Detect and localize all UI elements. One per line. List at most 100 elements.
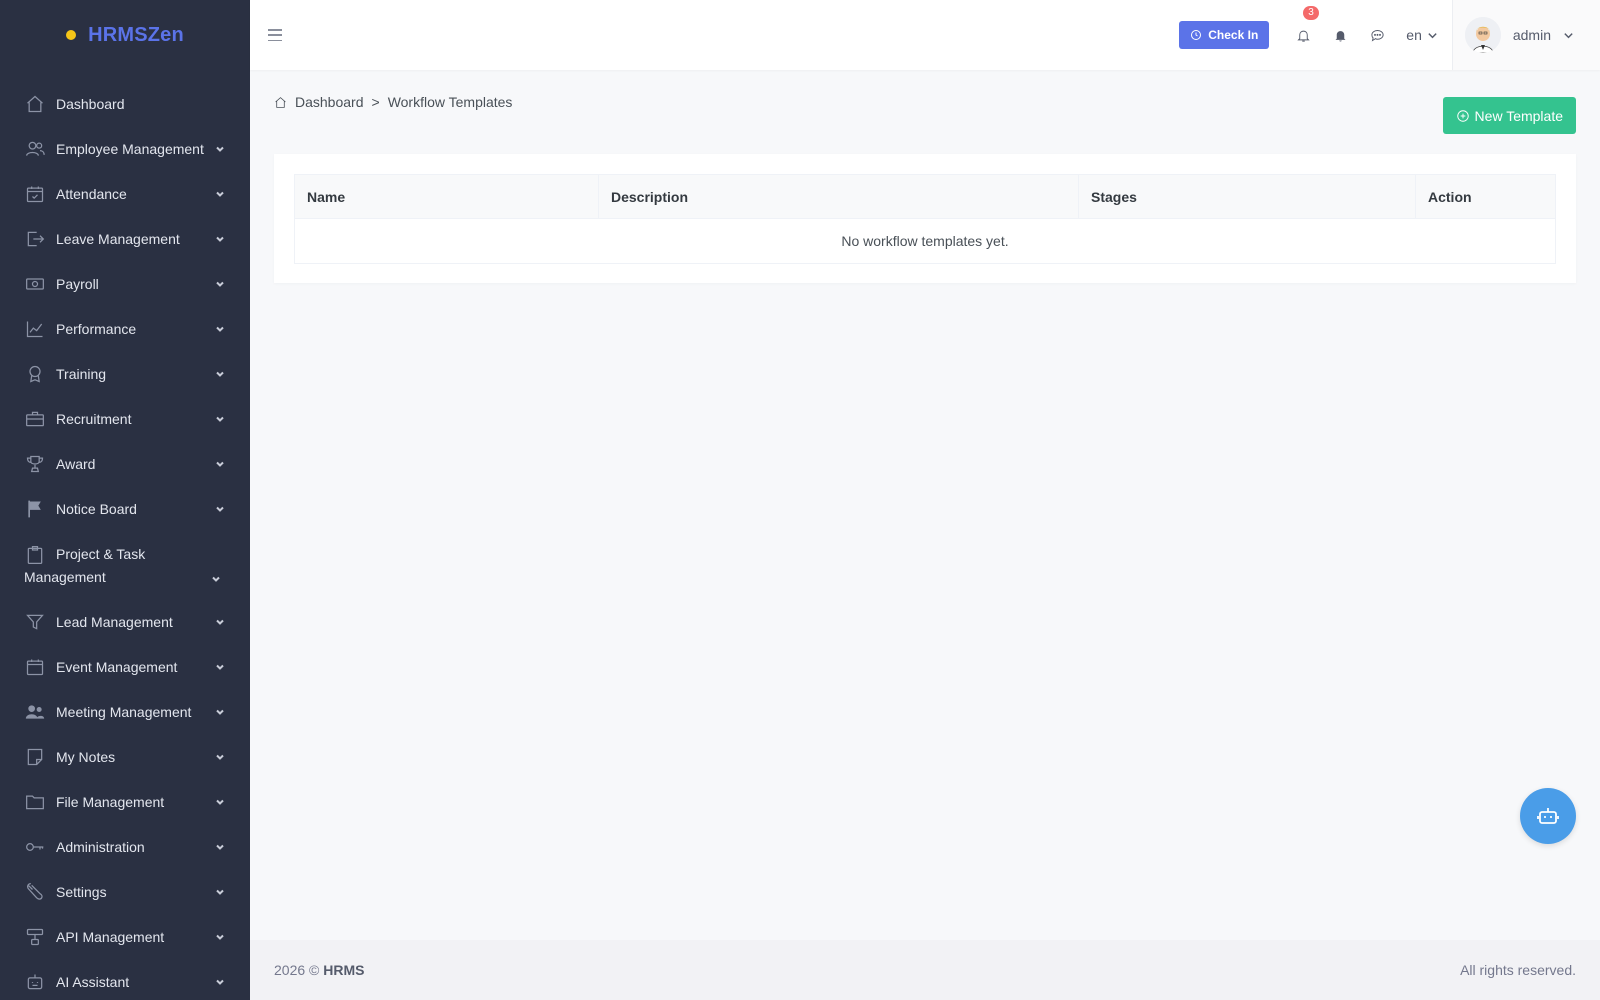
column-header-name: Name xyxy=(294,174,599,219)
footer-brand: HRMS xyxy=(323,962,365,978)
sidebar-item-employee-management[interactable]: Employee Management xyxy=(0,126,250,171)
messages-button[interactable] xyxy=(1359,0,1396,70)
calendar-icon xyxy=(24,656,46,678)
chevron-down-icon xyxy=(216,619,224,625)
clipboard-icon xyxy=(24,544,46,566)
sidebar-item-attendance[interactable]: Attendance xyxy=(0,171,250,216)
sidebar: HRMSZen Dashboard Employee Management At… xyxy=(0,0,250,1000)
chevron-down-icon xyxy=(216,506,224,512)
chevron-down-icon xyxy=(212,576,220,582)
chevron-down-icon xyxy=(216,799,224,805)
flag-icon xyxy=(24,498,46,520)
brand-dot-icon xyxy=(66,30,77,40)
money-icon xyxy=(24,273,46,295)
footer-year: 2026 © xyxy=(274,962,320,978)
sidebar-item-notice-board[interactable]: Notice Board xyxy=(0,486,250,531)
chevron-down-icon xyxy=(216,326,224,332)
brand-logo[interactable]: HRMSZen xyxy=(0,0,250,70)
table-header-row: Name Description Stages Action xyxy=(294,174,1556,219)
chevron-down-icon xyxy=(216,146,224,152)
sidebar-item-lead-management[interactable]: Lead Management xyxy=(0,599,250,644)
sidebar-item-my-notes[interactable]: My Notes xyxy=(0,734,250,779)
check-in-button[interactable]: Check In xyxy=(1179,21,1270,49)
sidebar-item-recruitment[interactable]: Recruitment xyxy=(0,396,250,441)
home-icon xyxy=(275,96,286,108)
language-value: en xyxy=(1406,27,1422,43)
sidebar-item-performance[interactable]: Performance xyxy=(0,306,250,351)
chevron-down-icon xyxy=(216,236,224,242)
sidebar-item-ai-assistant[interactable]: AI Assistant xyxy=(0,959,250,1000)
table-row: No workflow templates yet. xyxy=(294,218,1556,264)
sidebar-item-file-management[interactable]: File Management xyxy=(0,779,250,824)
funnel-icon xyxy=(24,611,46,633)
chevron-down-icon xyxy=(216,979,224,985)
chevron-down-icon xyxy=(216,371,224,377)
breadcrumb-current: Workflow Templates xyxy=(387,94,513,110)
chevron-down-icon xyxy=(1564,32,1573,38)
notifications-button[interactable]: 3 xyxy=(1285,0,1322,70)
chevron-down-icon xyxy=(216,844,224,850)
sidebar-item-label: Training xyxy=(56,365,107,382)
breadcrumb: Dashboard > Workflow Templates xyxy=(274,94,512,110)
chevron-down-icon xyxy=(216,281,224,287)
sidebar-item-label: Leave Management xyxy=(56,230,180,247)
chevron-down-icon xyxy=(216,934,224,940)
sidebar-item-label: Lead Management xyxy=(56,613,173,630)
sidebar-item-label: Dashboard xyxy=(56,95,125,112)
sidebar-item-api-management[interactable]: API Management xyxy=(0,914,250,959)
plus-circle-icon xyxy=(1456,109,1469,122)
sidebar-item-administration[interactable]: Administration xyxy=(0,824,250,869)
footer-rights: All rights reserved. xyxy=(1460,962,1576,978)
sidebar-nav: Dashboard Employee Management Attendance… xyxy=(0,70,250,1000)
sidebar-item-label: AI Assistant xyxy=(56,973,130,990)
empty-state-message: No workflow templates yet. xyxy=(294,218,1556,264)
sidebar-item-payroll[interactable]: Payroll xyxy=(0,261,250,306)
sidebar-item-award[interactable]: Award xyxy=(0,441,250,486)
sidebar-item-project-task-management[interactable]: Project & Task Management xyxy=(0,531,250,599)
chevron-down-icon xyxy=(216,416,224,422)
sidebar-item-label: Settings xyxy=(56,883,107,900)
column-header-description: Description xyxy=(598,174,1079,219)
notification-count-badge: 3 xyxy=(1303,6,1319,20)
ai-assistant-button[interactable] xyxy=(1520,788,1576,844)
clock-icon xyxy=(1191,30,1202,40)
alerts-button[interactable] xyxy=(1322,0,1359,70)
chevron-down-icon xyxy=(216,889,224,895)
chat-icon xyxy=(1371,29,1384,41)
language-selector[interactable]: en xyxy=(1396,0,1453,70)
sidebar-item-event-management[interactable]: Event Management xyxy=(0,644,250,689)
sidebar-item-label: Payroll xyxy=(56,275,99,292)
sidebar-item-training[interactable]: Training xyxy=(0,351,250,396)
sidebar-item-dashboard[interactable]: Dashboard xyxy=(0,81,250,126)
sidebar-item-leave-management[interactable]: Leave Management xyxy=(0,216,250,261)
check-in-label: Check In xyxy=(1208,28,1259,42)
sidebar-item-label: Administration xyxy=(56,838,145,855)
user-menu[interactable]: admin xyxy=(1452,0,1600,70)
sidebar-item-meeting-management[interactable]: Meeting Management xyxy=(0,689,250,734)
main-content: Dashboard > Workflow Templates New Templ… xyxy=(250,70,1600,940)
bell-outline-icon xyxy=(1297,30,1310,42)
topbar: Check In 3 en admin xyxy=(250,0,1600,70)
calendar-check-icon xyxy=(24,183,46,205)
user-name: admin xyxy=(1512,27,1551,43)
avatar xyxy=(1464,17,1501,53)
sidebar-item-label: API Management xyxy=(56,928,165,945)
sidebar-item-label: File Management xyxy=(56,793,165,810)
new-template-label: New Template xyxy=(1474,107,1563,124)
wrench-icon xyxy=(24,881,46,903)
robot-icon xyxy=(1537,808,1559,824)
key-icon xyxy=(24,836,46,858)
new-template-button[interactable]: New Template xyxy=(1442,97,1576,134)
sidebar-item-settings[interactable]: Settings xyxy=(0,869,250,914)
exit-icon xyxy=(24,228,46,250)
footer-copyright: 2026 © HRMS xyxy=(274,962,364,978)
chevron-down-icon xyxy=(216,754,224,760)
sidebar-item-label: Meeting Management xyxy=(56,703,192,720)
bell-icon xyxy=(1335,30,1346,41)
chevron-down-icon xyxy=(216,664,224,670)
breadcrumb-dashboard-link[interactable]: Dashboard xyxy=(295,94,364,110)
topbar-actions: Check In 3 en admin xyxy=(1179,0,1600,70)
sidebar-item-label-wrap: Project & Task Management xyxy=(24,543,226,589)
menu-toggle-icon[interactable] xyxy=(268,29,282,41)
sidebar-item-label: Notice Board xyxy=(56,500,137,517)
